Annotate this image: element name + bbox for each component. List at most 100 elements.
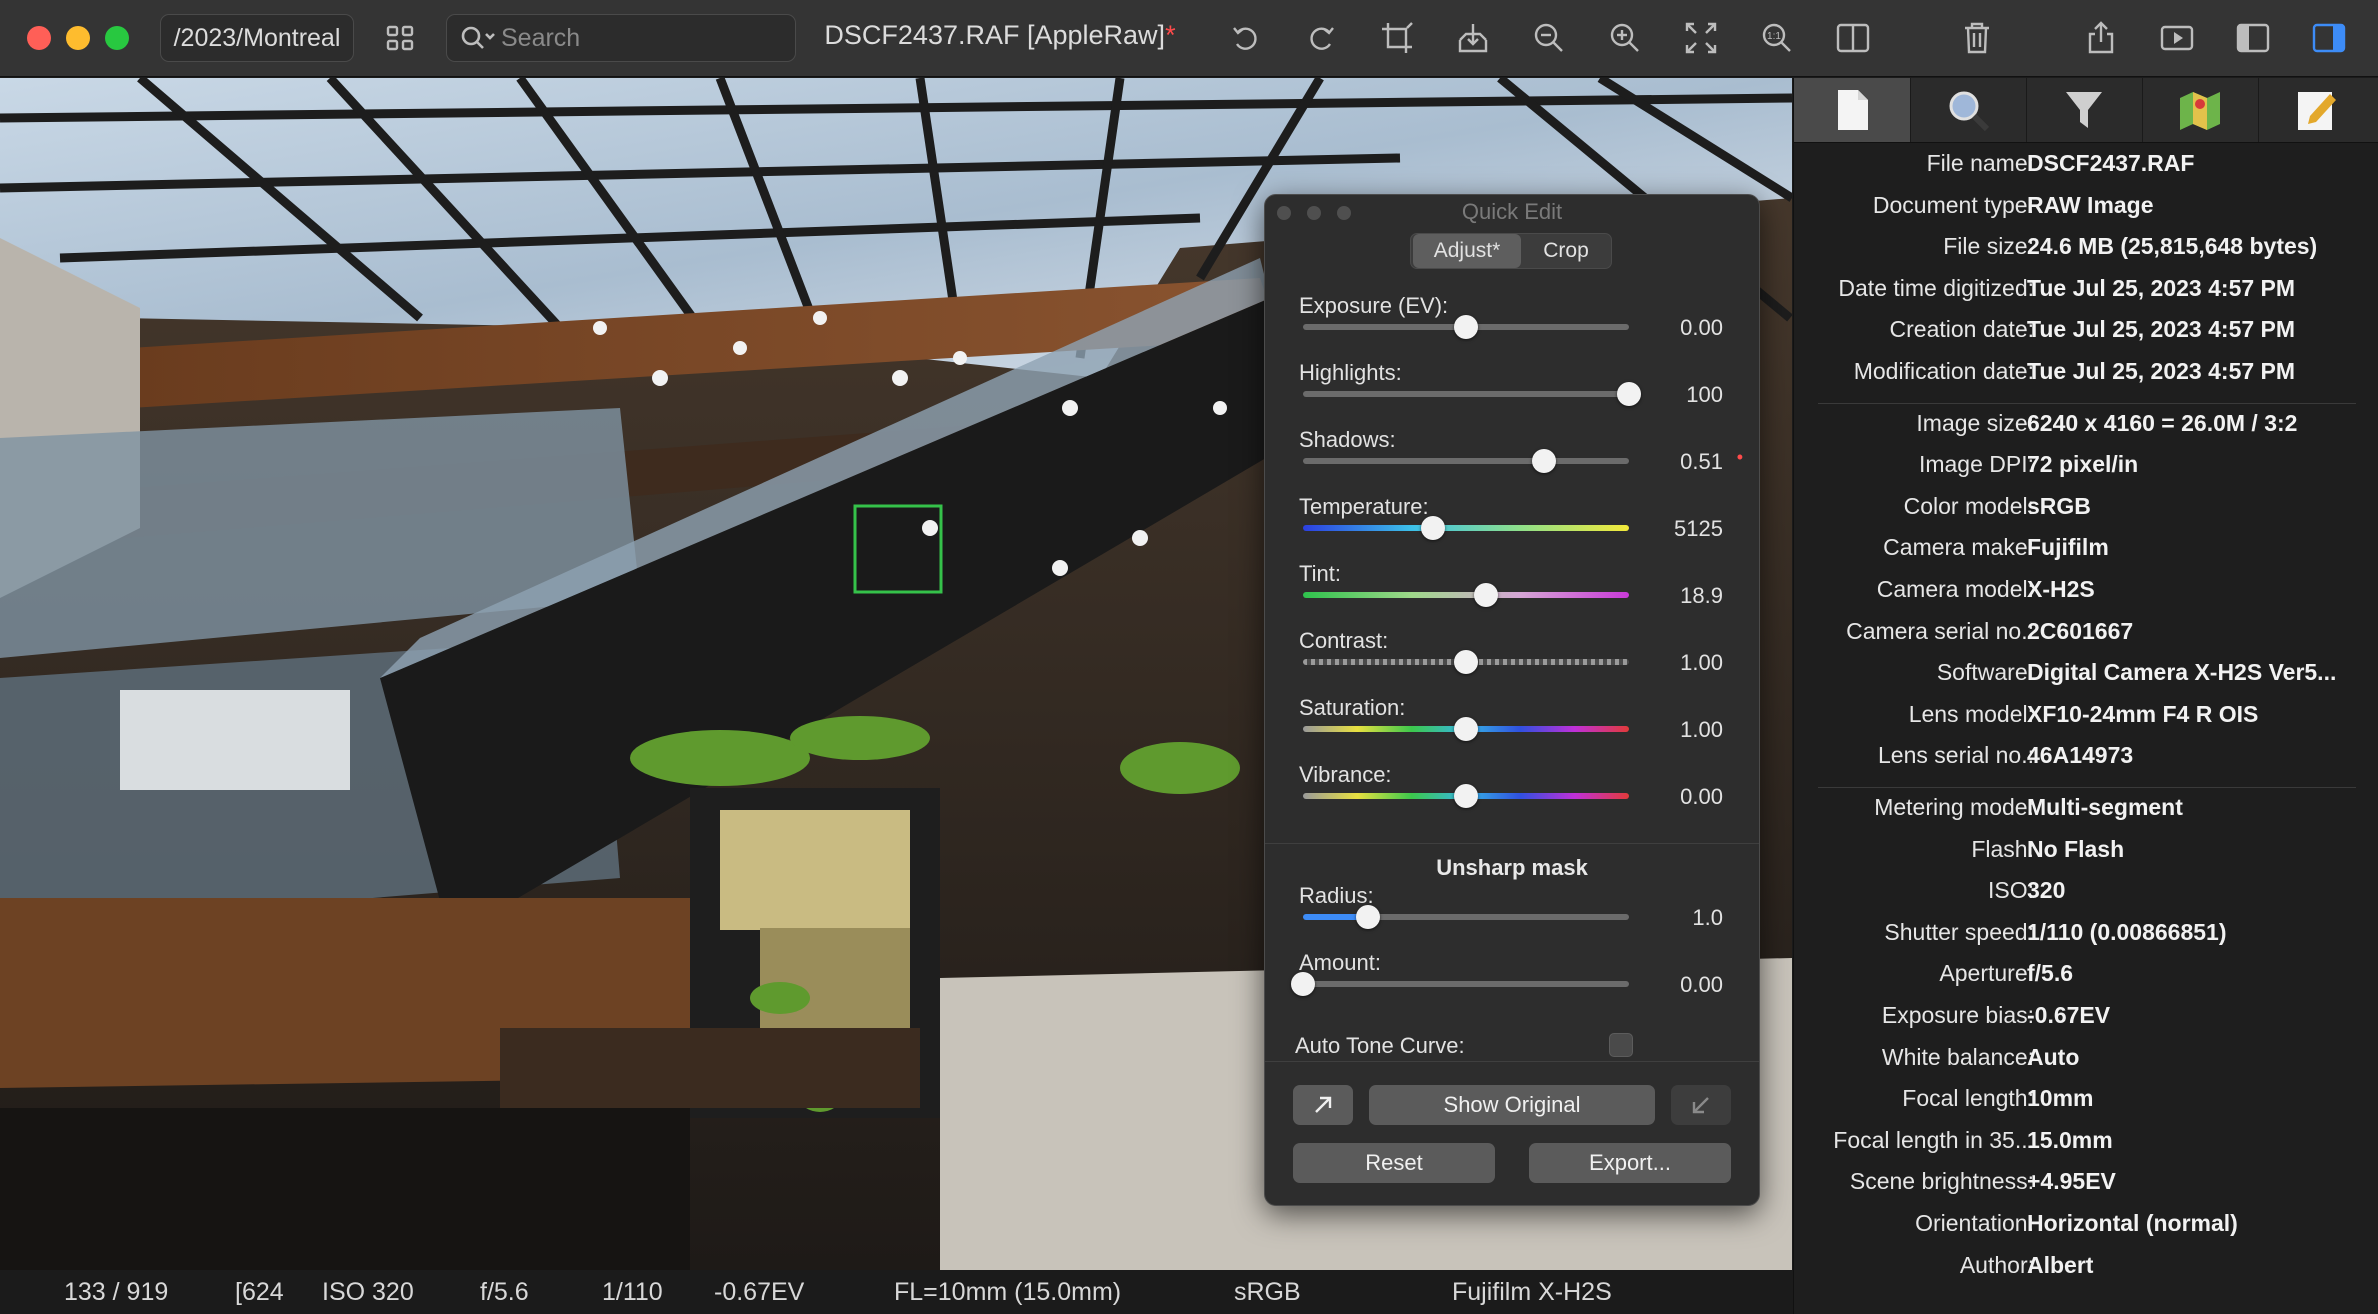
slider-knob[interactable] (1454, 315, 1478, 339)
app-window: /2023/Montreal DSCF2437.RAF [AppleRaw]* … (0, 0, 2378, 1314)
toolbar: /2023/Montreal DSCF2437.RAF [AppleRaw]* … (0, 0, 2378, 77)
folder-path[interactable]: /2023/Montreal (160, 14, 354, 62)
show-original-button[interactable]: Show Original (1369, 1085, 1655, 1125)
trash-icon[interactable] (1959, 20, 1995, 56)
auto-tone-curve-checkbox[interactable] (1609, 1033, 1633, 1057)
metadata-value: 24.6 MB (25,815,648 bytes) (2027, 233, 2318, 260)
rotate-right-icon[interactable] (1303, 20, 1339, 56)
actual-size-icon[interactable]: 1:1 (1759, 20, 1795, 56)
slideshow-icon[interactable] (2159, 20, 2195, 56)
metadata-key: Image DPI: (1918, 451, 2034, 478)
unsharp-mask-heading: Unsharp mask (1436, 855, 1588, 880)
left-sidebar-icon[interactable] (2235, 20, 2271, 56)
collapse-button[interactable] (1671, 1085, 1731, 1125)
metadata-row: File size: 24.6 MB (25,815,648 bytes) (1794, 233, 2378, 273)
quick-edit-tabs: Adjust* Crop (1410, 233, 1612, 269)
metadata-key: Focal length: (1902, 1085, 2034, 1112)
tab-filter[interactable] (2026, 78, 2143, 142)
slider-track[interactable] (1303, 914, 1629, 920)
rotate-left-icon[interactable] (1228, 20, 1264, 56)
metadata-key: Exposure bias: (1881, 1002, 2034, 1028)
metadata-row: ISO: 320 (1794, 877, 2378, 917)
metadata-row: Author: Albert (1794, 1252, 2378, 1292)
slider-knob[interactable] (1421, 516, 1446, 540)
zoom-window-button[interactable] (105, 26, 129, 50)
metadata-value: RAW Image (2027, 191, 2154, 218)
metadata-key: Metering mode: (1874, 794, 2034, 820)
save-icon[interactable] (1455, 20, 1491, 56)
metadata-key: Camera make: (1883, 534, 2034, 561)
metadata-row: Focal length: 10mm (1794, 1085, 2378, 1125)
metadata-separator (1818, 402, 2356, 404)
right-sidebar-icon[interactable] (2311, 20, 2347, 56)
slider-track[interactable] (1303, 525, 1629, 531)
metadata-key: Author: (1959, 1251, 2034, 1278)
split-view-icon[interactable] (1835, 20, 1871, 56)
metadata-key: File name: (1926, 150, 2034, 176)
slider-knob[interactable] (1356, 905, 1381, 929)
slider-label: Saturation: (1299, 695, 1406, 720)
zoom-out-icon[interactable] (1531, 20, 1567, 56)
tab-crop[interactable]: Crop (1523, 234, 1609, 268)
tab-adjust[interactable]: Adjust* (1413, 234, 1521, 268)
search-field[interactable] (446, 14, 796, 62)
metadata-value: Fujifilm (2027, 534, 2109, 561)
slider-value: 100 (1686, 382, 1723, 407)
slider-knob[interactable] (1291, 972, 1315, 996)
metadata-key: Orientation: (1915, 1210, 2034, 1236)
metadata-row: Camera make: Fujifilm (1794, 534, 2378, 574)
slider-knob[interactable] (1532, 449, 1557, 473)
close-window-button[interactable] (27, 26, 51, 50)
slider-knob[interactable] (1454, 650, 1478, 674)
slider-knob[interactable] (1617, 382, 1641, 406)
slider-track[interactable] (1303, 592, 1629, 598)
grid-icon[interactable] (382, 20, 418, 56)
metadata-row: Document type: RAW Image (1794, 192, 2378, 232)
metadata-value: 1/110 (0.00866851) (2027, 918, 2227, 945)
metadata-row: Date time digitized: Tue Jul 25, 2023 4:5… (1794, 275, 2378, 315)
slider-track[interactable] (1303, 391, 1629, 397)
metadata-key: Document type: (1872, 191, 2034, 218)
fit-icon[interactable] (1683, 20, 1719, 56)
slider-value: 1.00 (1680, 717, 1723, 742)
search-input[interactable] (499, 15, 783, 61)
metadata-key: Lens serial no.: (1878, 742, 2034, 769)
buttons-divider (1265, 1061, 1759, 1062)
metadata-row: Focal length in 35... 15.0mm (1794, 1127, 2378, 1167)
tab-file-info[interactable] (1794, 78, 1911, 142)
metadata-row: Camera model: X-H2S (1794, 576, 2378, 616)
metadata-value: 46A14973 (2027, 742, 2134, 769)
metadata-value: Digital Camera X-H2S Ver5... (2027, 659, 2337, 686)
slider-track[interactable] (1303, 458, 1629, 464)
quick-edit-title: Quick Edit (1461, 199, 1563, 224)
tab-map[interactable] (2142, 78, 2259, 142)
metadata-value: Tue Jul 25, 2023 4:57 PM (2027, 358, 2296, 384)
slider-knob[interactable] (1454, 784, 1478, 808)
open-external-button[interactable] (1293, 1085, 1353, 1125)
modified-mark: * (1165, 20, 1176, 50)
metadata-row: Shutter speed: 1/110 (0.00866851) (1794, 919, 2378, 959)
export-button[interactable]: Export... (1529, 1143, 1731, 1183)
tab-notes[interactable] (2258, 78, 2374, 142)
share-icon[interactable] (2083, 20, 2119, 56)
metadata-key: Focal length in 35... (1833, 1126, 2034, 1153)
slider-label: Exposure (EV): (1299, 293, 1449, 318)
reset-button[interactable]: Reset (1293, 1143, 1495, 1183)
modified-indicator: • (1736, 447, 1743, 467)
info-panel-tabs (1794, 78, 2378, 143)
image-dimensions: [624 (235, 1278, 284, 1306)
image-index: 133 / 919 (64, 1278, 169, 1306)
slider-track[interactable] (1303, 981, 1629, 987)
metadata-value: X-H2S (2027, 576, 2095, 602)
slider-value: 0.00 (1680, 972, 1723, 997)
metadata-value: 15.0mm (2027, 1126, 2113, 1153)
tab-inspector[interactable] (1910, 78, 2027, 142)
crop-icon[interactable] (1379, 20, 1415, 56)
metadata-row: Lens serial no.: 46A14973 (1794, 742, 2378, 782)
metadata-key: White balance: (1881, 1043, 2034, 1070)
slider-knob[interactable] (1454, 717, 1478, 741)
slider-knob[interactable] (1473, 583, 1498, 607)
minimize-window-button[interactable] (66, 26, 90, 50)
zoom-in-icon[interactable] (1607, 20, 1643, 56)
document-title-text: DSCF2437.RAF [AppleRaw] (824, 20, 1166, 50)
